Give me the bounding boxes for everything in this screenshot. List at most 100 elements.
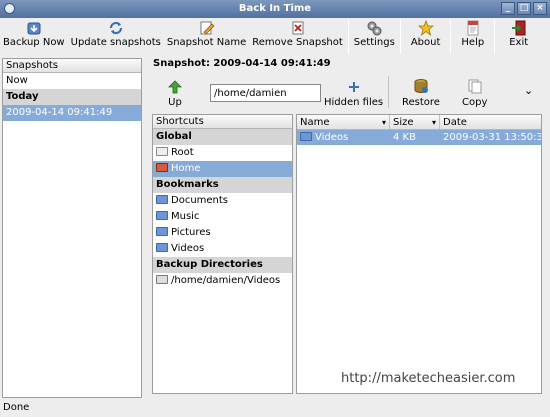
subbar-separator: [388, 76, 389, 108]
update-snapshots-button[interactable]: Update snapshots: [68, 20, 164, 54]
hidden-files-toggle[interactable]: Hidden files: [324, 80, 383, 108]
maximize-button[interactable]: □: [517, 2, 531, 15]
path-input[interactable]: [210, 84, 321, 102]
remove-icon: [290, 20, 306, 36]
restore-icon: [413, 78, 429, 97]
restore-button[interactable]: Restore: [402, 78, 440, 108]
backup-now-icon: [26, 20, 42, 36]
table-row[interactable]: Videos 4 KB 2009-03-31 13:50:33: [297, 130, 541, 145]
up-label: Up: [168, 97, 182, 108]
image-icon: [156, 275, 168, 284]
folder-icon: [156, 243, 168, 252]
copy-icon: [467, 78, 483, 97]
toolbar-separator: [399, 20, 401, 54]
shortcut-videos-label: Videos: [171, 243, 205, 254]
chevron-down-icon[interactable]: ⌄: [524, 84, 533, 97]
shortcuts-panel: Shortcuts Global Root Home Bookmarks Doc…: [152, 114, 293, 394]
shortcut-backup-dir[interactable]: /home/damien/Videos: [153, 273, 292, 289]
column-name-label: Name: [300, 117, 330, 128]
column-size-label: Size: [393, 117, 414, 128]
shortcut-documents[interactable]: Documents: [153, 193, 292, 209]
file-list: Name ▾ Size ▾ Date Videos 4 KB 2009-03-31 …: [296, 114, 542, 394]
shortcut-home[interactable]: Home: [153, 161, 292, 177]
help-label: Help: [461, 37, 485, 48]
snapshot-name-button[interactable]: Snapshot Name: [164, 20, 249, 54]
shortcut-videos[interactable]: Videos: [153, 241, 292, 257]
cell-name-text: Videos: [315, 132, 349, 143]
app-window: Back In Time _ □ × Backup Now Update sna…: [0, 0, 550, 417]
folder-icon: [300, 132, 312, 141]
column-date[interactable]: Date: [440, 115, 541, 129]
help-icon: [465, 20, 481, 36]
remove-snapshot-button[interactable]: Remove Snapshot: [249, 20, 346, 54]
up-arrow-icon: [168, 80, 182, 97]
shortcuts-header[interactable]: Shortcuts: [153, 115, 292, 129]
status-bar-text: Done: [3, 402, 30, 413]
column-size[interactable]: Size ▾: [390, 115, 440, 129]
folder-icon: [156, 195, 168, 204]
snapshot-item-now[interactable]: Now: [3, 73, 141, 89]
about-button[interactable]: About: [403, 20, 449, 54]
shortcuts-group-bookmarks: Bookmarks: [153, 177, 292, 193]
cell-name: Videos: [297, 130, 390, 145]
shortcut-root[interactable]: Root: [153, 145, 292, 161]
snapshot-group-today: Today: [3, 89, 141, 105]
shortcuts-group-backup-dirs: Backup Directories: [153, 257, 292, 273]
minimize-button[interactable]: _: [501, 2, 515, 15]
close-button[interactable]: ×: [533, 2, 547, 15]
shortcut-pictures[interactable]: Pictures: [153, 225, 292, 241]
shortcut-music[interactable]: Music: [153, 209, 292, 225]
copy-button[interactable]: Copy: [462, 78, 487, 108]
edit-icon: [199, 20, 215, 36]
about-label: About: [410, 37, 441, 48]
cell-date: 2009-03-31 13:50:33: [443, 132, 541, 143]
snapshot-title: Snapshot: 2009-04-14 09:41:49: [153, 58, 331, 69]
toolbar-separator: [494, 20, 496, 54]
shortcut-pictures-label: Pictures: [171, 227, 211, 238]
up-button[interactable]: Up: [168, 80, 182, 108]
title-bar[interactable]: Back In Time _ □ ×: [0, 0, 550, 18]
shortcut-home-label: Home: [171, 163, 201, 174]
backup-now-label: Backup Now: [3, 37, 65, 48]
shortcut-backup-dir-label: /home/damien/Videos: [171, 275, 281, 286]
home-icon: [156, 163, 168, 172]
column-name[interactable]: Name ▾: [297, 115, 390, 129]
refresh-icon: [108, 20, 124, 36]
column-date-label: Date: [443, 117, 467, 128]
remove-snapshot-label: Remove Snapshot: [252, 37, 343, 48]
sort-chevron-icon: ▾: [431, 118, 436, 127]
backup-now-button[interactable]: Backup Now: [0, 20, 68, 54]
drive-icon: [156, 147, 168, 156]
plus-icon: [348, 80, 360, 97]
folder-icon: [156, 211, 168, 220]
hidden-files-label: Hidden files: [324, 97, 384, 108]
shortcuts-group-global: Global: [153, 129, 292, 145]
file-list-header: Name ▾ Size ▾ Date: [297, 115, 541, 130]
watermark: http://maketecheasier.com: [341, 371, 516, 386]
window-title: Back In Time: [238, 3, 312, 14]
exit-button[interactable]: Exit: [497, 20, 540, 54]
settings-button[interactable]: Settings: [351, 20, 398, 54]
snapshots-list: Snapshots Now Today 2009-04-14 09:41:49: [2, 58, 142, 398]
toolbar-separator: [450, 20, 452, 54]
snapshots-header[interactable]: Snapshots: [3, 59, 141, 73]
update-snapshots-label: Update snapshots: [70, 37, 161, 48]
settings-label: Settings: [353, 37, 395, 48]
copy-label: Copy: [462, 97, 488, 108]
toolbar-separator: [347, 20, 349, 54]
window-controls: _ □ ×: [501, 2, 547, 15]
snapshot-name-label: Snapshot Name: [166, 37, 247, 48]
sort-chevron-icon: ▾: [381, 118, 386, 127]
shortcut-root-label: Root: [171, 147, 194, 158]
cell-size: 4 KB: [393, 132, 416, 143]
folder-icon: [156, 227, 168, 236]
exit-label: Exit: [509, 37, 529, 48]
main-toolbar: Backup Now Update snapshots Snapshot Nam…: [0, 18, 550, 56]
app-icon: [4, 3, 15, 14]
help-button[interactable]: Help: [453, 20, 492, 54]
snapshot-item-selected[interactable]: 2009-04-14 09:41:49: [3, 105, 141, 121]
star-icon: [417, 20, 434, 36]
shortcut-music-label: Music: [171, 211, 200, 222]
restore-label: Restore: [402, 97, 440, 108]
exit-icon: [511, 20, 527, 36]
